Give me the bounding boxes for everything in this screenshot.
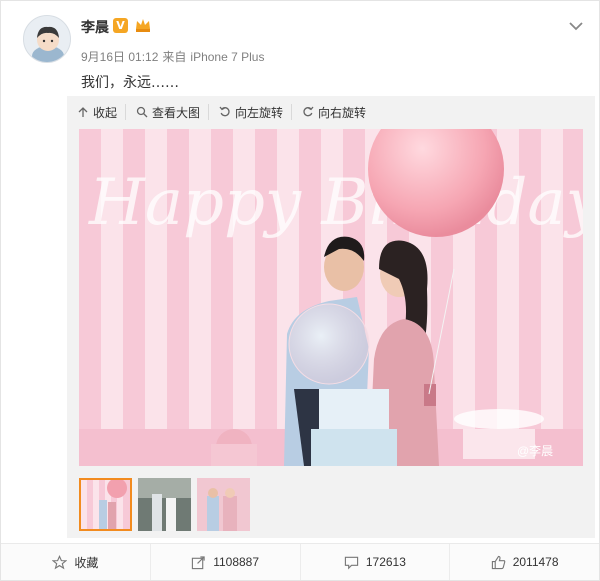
rotate-left-label: 向左旋转 bbox=[235, 105, 284, 120]
thumbs-up-icon bbox=[491, 555, 506, 569]
thumbnail-2[interactable] bbox=[138, 478, 191, 531]
post-text: 我们，永远…… bbox=[81, 75, 179, 91]
star-icon bbox=[52, 554, 68, 569]
comment-icon bbox=[344, 556, 358, 569]
verified-badge: V bbox=[113, 18, 128, 33]
photo-watermark: @李晨 bbox=[517, 443, 553, 458]
share-button[interactable]: 1108887 bbox=[151, 544, 301, 580]
post-source-label: 来自 bbox=[162, 50, 187, 64]
rotate-right-icon bbox=[303, 106, 314, 117]
like-button[interactable]: 2011478 bbox=[450, 544, 599, 580]
photo-scene: Happy Birthday To BB bbox=[79, 129, 583, 466]
favorite-label: 收藏 bbox=[74, 555, 99, 570]
magnifier-icon bbox=[136, 106, 148, 118]
thumbnail-strip bbox=[79, 478, 250, 534]
favorite-button[interactable]: 收藏 bbox=[1, 544, 151, 580]
rotate-right-button[interactable]: 向右旋转 bbox=[292, 104, 374, 120]
comment-button[interactable]: 172613 bbox=[301, 544, 451, 580]
media-viewer: 收起 查看大图 向左旋转 向右旋转 Happy @李晨 bbox=[67, 96, 595, 538]
post-meta: 9月16日 01:12 来自 iPhone 7 Plus bbox=[81, 48, 268, 65]
chevron-down-icon[interactable] bbox=[568, 18, 584, 34]
author-name[interactable]: 李晨 bbox=[81, 17, 109, 37]
post-timestamp[interactable]: 9月16日 01:12 bbox=[81, 50, 158, 64]
collapse-label: 收起 bbox=[93, 105, 118, 120]
view-large-button[interactable]: 查看大图 bbox=[126, 104, 210, 120]
arrow-up-icon bbox=[78, 107, 88, 117]
action-bar: 收藏 1108887 172613 2011478 bbox=[1, 543, 599, 580]
rotate-right-label: 向右旋转 bbox=[318, 105, 367, 120]
share-count: 1108887 bbox=[213, 555, 260, 569]
post-photo[interactable]: Happy Birthday To BB bbox=[79, 129, 583, 466]
thumbnail-3[interactable] bbox=[197, 478, 250, 531]
like-count: 2011478 bbox=[512, 555, 559, 569]
vip-crown-icon bbox=[134, 16, 152, 34]
share-icon bbox=[192, 555, 205, 569]
weibo-post-card: 李晨 V 9月16日 01:12 来自 iPhone 7 Plus 我们，永远…… … bbox=[0, 0, 600, 581]
rotate-left-icon bbox=[219, 106, 230, 117]
rotate-left-button[interactable]: 向左旋转 bbox=[209, 104, 293, 120]
media-toolbar: 收起 查看大图 向左旋转 向右旋转 bbox=[67, 96, 595, 128]
thumbnail-1[interactable] bbox=[79, 478, 132, 531]
comment-count: 172613 bbox=[365, 555, 406, 569]
author-avatar[interactable] bbox=[23, 15, 71, 63]
scene-lettering: Happy Birthday To BB bbox=[88, 166, 583, 240]
view-large-label: 查看大图 bbox=[152, 105, 201, 120]
collapse-button[interactable]: 收起 bbox=[67, 104, 127, 120]
post-device[interactable]: iPhone 7 Plus bbox=[190, 50, 264, 64]
